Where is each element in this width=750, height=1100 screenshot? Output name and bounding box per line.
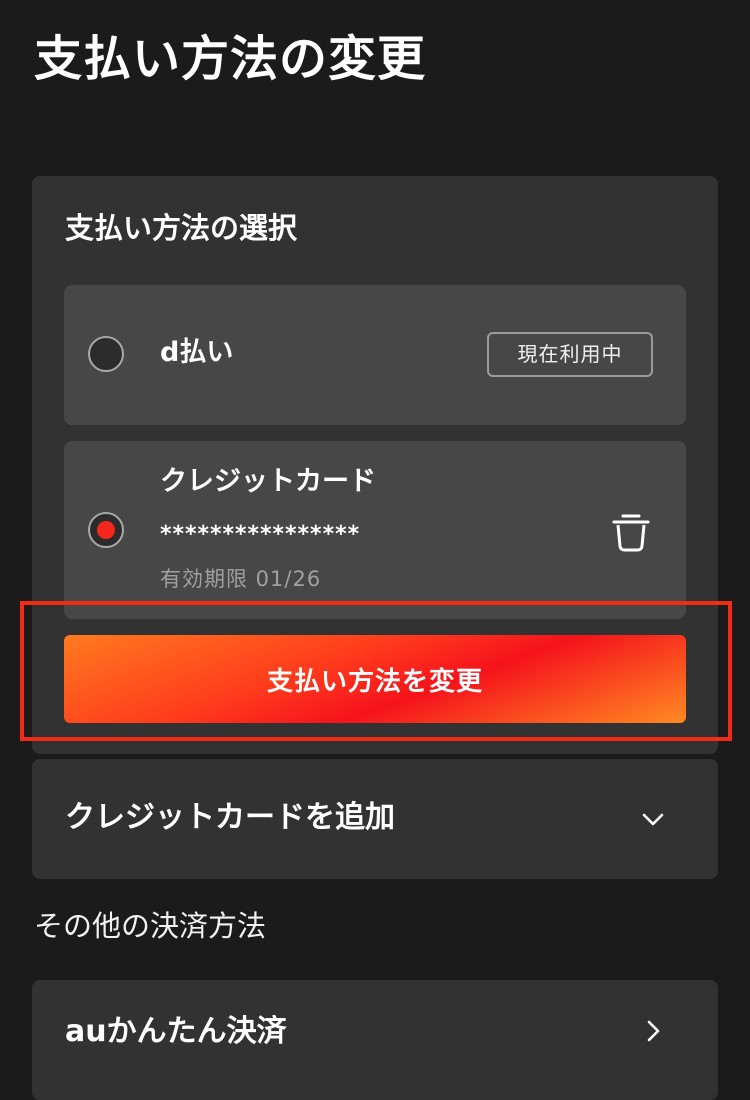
- chevron-down-icon: [640, 806, 666, 832]
- card-number: ****************: [160, 522, 361, 547]
- au-payment-label: auかんたん決済: [65, 1014, 287, 1049]
- trash-icon[interactable]: [608, 508, 654, 554]
- option-credit-card[interactable]: クレジットカード **************** 有効期限 01/26: [64, 441, 686, 619]
- add-credit-card-accordion[interactable]: クレジットカードを追加: [32, 759, 718, 879]
- au-payment-item[interactable]: auかんたん決済: [32, 980, 718, 1100]
- credit-card-label: クレジットカード: [160, 466, 376, 497]
- other-methods-title: その他の決済方法: [34, 909, 267, 943]
- chevron-right-icon: [640, 1018, 666, 1044]
- card-expiry: 有効期限 01/26: [160, 567, 322, 591]
- d-payment-label: d払い: [160, 337, 234, 368]
- current-use-badge: 現在利用中: [487, 332, 653, 377]
- option-d-payment[interactable]: d払い 現在利用中: [64, 285, 686, 425]
- d-payment-radio[interactable]: [88, 336, 124, 372]
- credit-card-radio[interactable]: [88, 512, 124, 548]
- page-title: 支払い方法の変更: [34, 31, 427, 87]
- change-payment-button[interactable]: 支払い方法を変更: [64, 635, 686, 723]
- section-title: 支払い方法の選択: [65, 211, 298, 245]
- add-card-label: クレジットカードを追加: [65, 800, 395, 835]
